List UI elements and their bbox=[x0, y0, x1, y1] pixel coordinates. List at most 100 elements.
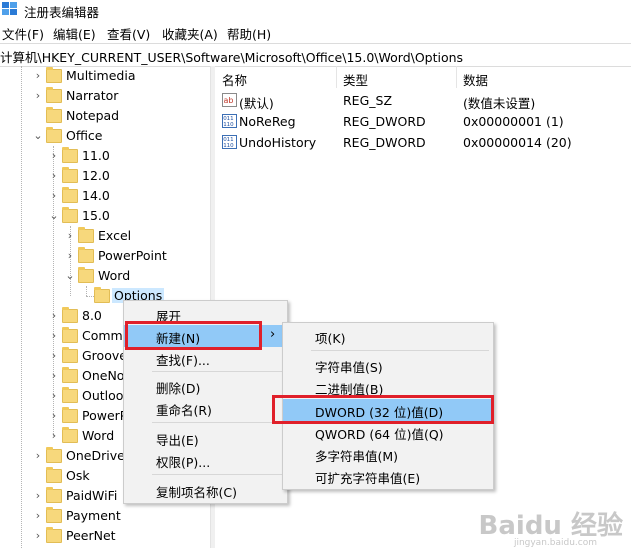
sub-expandable-string-value[interactable]: 可扩充字符串值(E) bbox=[283, 465, 493, 487]
tree-node-label: 12.0 bbox=[82, 168, 110, 183]
menu-favorites[interactable]: 收藏夹(A) bbox=[162, 24, 218, 43]
annotation-highlight-dword bbox=[272, 395, 494, 424]
folder-icon bbox=[62, 387, 78, 403]
column-header-type[interactable]: 类型 bbox=[343, 70, 368, 89]
collapsed-chevron-icon[interactable]: › bbox=[48, 426, 60, 446]
collapsed-chevron-icon[interactable]: › bbox=[32, 446, 44, 466]
ctx-find[interactable]: 查找(F)... bbox=[124, 347, 287, 369]
sub-string-value-label: 字符串值(S) bbox=[315, 360, 383, 375]
value-row[interactable]: 011 110 NoReReg REG_DWORD 0x00000001 (1) bbox=[214, 111, 631, 132]
tree-guide-line bbox=[86, 296, 94, 297]
svg-text:ab: ab bbox=[224, 96, 234, 105]
collapsed-chevron-icon[interactable]: › bbox=[48, 306, 60, 326]
ctx-export-label: 导出(E) bbox=[156, 433, 199, 448]
collapsed-chevron-icon[interactable]: › bbox=[32, 486, 44, 506]
address-path[interactable]: 计算机\HKEY_CURRENT_USER\Software\Microsoft… bbox=[0, 47, 463, 66]
folder-icon bbox=[94, 287, 110, 303]
tree-node-label: Excel bbox=[98, 228, 132, 243]
sub-multi-string-value[interactable]: 多字符串值(M) bbox=[283, 443, 493, 465]
ctx-delete-label: 删除(D) bbox=[156, 381, 201, 396]
folder-icon bbox=[46, 87, 62, 103]
regedit-app-icon bbox=[2, 2, 17, 15]
svg-text:110: 110 bbox=[223, 143, 234, 149]
tree-node-label: OneDrive bbox=[66, 448, 125, 463]
folder-icon bbox=[46, 447, 62, 463]
column-header-data[interactable]: 数据 bbox=[463, 70, 488, 89]
menu-separator bbox=[152, 422, 283, 423]
address-bar[interactable]: 计算机\HKEY_CURRENT_USER\Software\Microsoft… bbox=[0, 43, 631, 67]
collapsed-chevron-icon[interactable]: › bbox=[48, 386, 60, 406]
sub-string-value[interactable]: 字符串值(S) bbox=[283, 354, 493, 376]
folder-icon bbox=[62, 307, 78, 323]
collapsed-chevron-icon[interactable]: › bbox=[32, 526, 44, 546]
column-header-name[interactable]: 名称 bbox=[222, 70, 247, 89]
folder-icon bbox=[62, 207, 78, 223]
value-data: 0x00000001 (1) bbox=[463, 114, 564, 129]
collapsed-chevron-icon[interactable]: › bbox=[48, 366, 60, 386]
folder-icon bbox=[62, 427, 78, 443]
collapsed-chevron-icon[interactable]: › bbox=[48, 186, 60, 206]
value-type: REG_DWORD bbox=[343, 114, 426, 129]
collapsed-chevron-icon[interactable]: › bbox=[48, 346, 60, 366]
column-divider[interactable] bbox=[336, 66, 337, 88]
ctx-delete[interactable]: 删除(D) bbox=[124, 375, 287, 397]
tree-node-label: Groove bbox=[82, 348, 127, 363]
annotation-highlight-new bbox=[125, 321, 262, 350]
value-row[interactable]: ab (默认) REG_SZ (数值未设置) bbox=[214, 90, 631, 111]
collapsed-chevron-icon[interactable]: › bbox=[64, 226, 76, 246]
tree-node-label: Outloo bbox=[82, 388, 124, 403]
collapsed-chevron-icon[interactable]: › bbox=[48, 406, 60, 426]
menu-view[interactable]: 查看(V) bbox=[107, 24, 150, 43]
tree-node-label: 15.0 bbox=[82, 208, 110, 223]
folder-icon bbox=[62, 347, 78, 363]
ctx-permissions[interactable]: 权限(P)... bbox=[124, 449, 287, 471]
menu-separator bbox=[152, 371, 283, 372]
value-name: NoReReg bbox=[239, 114, 296, 129]
ctx-rename[interactable]: 重命名(R) bbox=[124, 397, 287, 419]
expanded-chevron-icon[interactable]: ⌄ bbox=[32, 126, 44, 146]
tree-node-label: Word bbox=[98, 268, 131, 283]
tree-node-label: OneNo bbox=[82, 368, 125, 383]
string-value-icon: ab bbox=[222, 93, 237, 107]
watermark-url: jingyan.baidu.com bbox=[513, 538, 597, 548]
collapsed-chevron-icon[interactable]: › bbox=[64, 246, 76, 266]
ctx-export[interactable]: 导出(E) bbox=[124, 427, 287, 449]
collapsed-chevron-icon[interactable]: › bbox=[48, 326, 60, 346]
menu-help[interactable]: 帮助(H) bbox=[227, 24, 271, 43]
collapsed-chevron-icon[interactable]: › bbox=[48, 146, 60, 166]
binary-value-icon: 011 110 bbox=[222, 135, 237, 149]
menu-bar: 文件(F) 编辑(E) 查看(V) 收藏夹(A) 帮助(H) bbox=[0, 21, 631, 43]
folder-icon bbox=[78, 247, 94, 263]
column-divider[interactable] bbox=[456, 66, 457, 88]
menu-edit[interactable]: 编辑(E) bbox=[53, 24, 96, 43]
tree-node-label: Word bbox=[82, 428, 115, 443]
expanded-chevron-icon[interactable]: ⌄ bbox=[48, 206, 60, 226]
folder-icon bbox=[62, 187, 78, 203]
collapsed-chevron-icon[interactable]: › bbox=[32, 506, 44, 526]
sub-key[interactable]: 项(K) bbox=[283, 325, 493, 347]
folder-icon bbox=[46, 467, 62, 483]
tree-node-label: PaidWiFi bbox=[66, 488, 118, 503]
tree-node-label: PowerPoint bbox=[98, 248, 167, 263]
tree-node-label: Multimedia bbox=[66, 68, 136, 83]
expanded-chevron-icon[interactable]: ⌄ bbox=[64, 266, 76, 286]
menu-file[interactable]: 文件(F) bbox=[2, 24, 44, 43]
collapsed-chevron-icon[interactable]: › bbox=[32, 66, 44, 86]
tree-guide-line bbox=[86, 286, 87, 296]
tree-node-label: Osk bbox=[66, 468, 90, 483]
tree-node-label: 8.0 bbox=[82, 308, 102, 323]
sub-qword-value[interactable]: QWORD (64 位)值(Q) bbox=[283, 421, 493, 443]
folder-icon bbox=[78, 267, 94, 283]
folder-icon bbox=[46, 527, 62, 543]
sub-expandable-string-value-label: 可扩充字符串值(E) bbox=[315, 471, 421, 486]
value-row[interactable]: 011 110 UndoHistory REG_DWORD 0x00000014… bbox=[214, 132, 631, 153]
tree-guide-line bbox=[21, 66, 22, 548]
ctx-copy-key-name[interactable]: 复制项名称(C) bbox=[124, 479, 287, 501]
folder-icon bbox=[62, 167, 78, 183]
collapsed-chevron-icon[interactable]: › bbox=[32, 86, 44, 106]
ctx-rename-label: 重命名(R) bbox=[156, 403, 212, 418]
svg-text:110: 110 bbox=[223, 122, 234, 128]
collapsed-chevron-icon[interactable]: › bbox=[48, 166, 60, 186]
ctx-permissions-label: 权限(P)... bbox=[156, 455, 211, 470]
watermark: Baidu 经验 bbox=[478, 511, 623, 541]
